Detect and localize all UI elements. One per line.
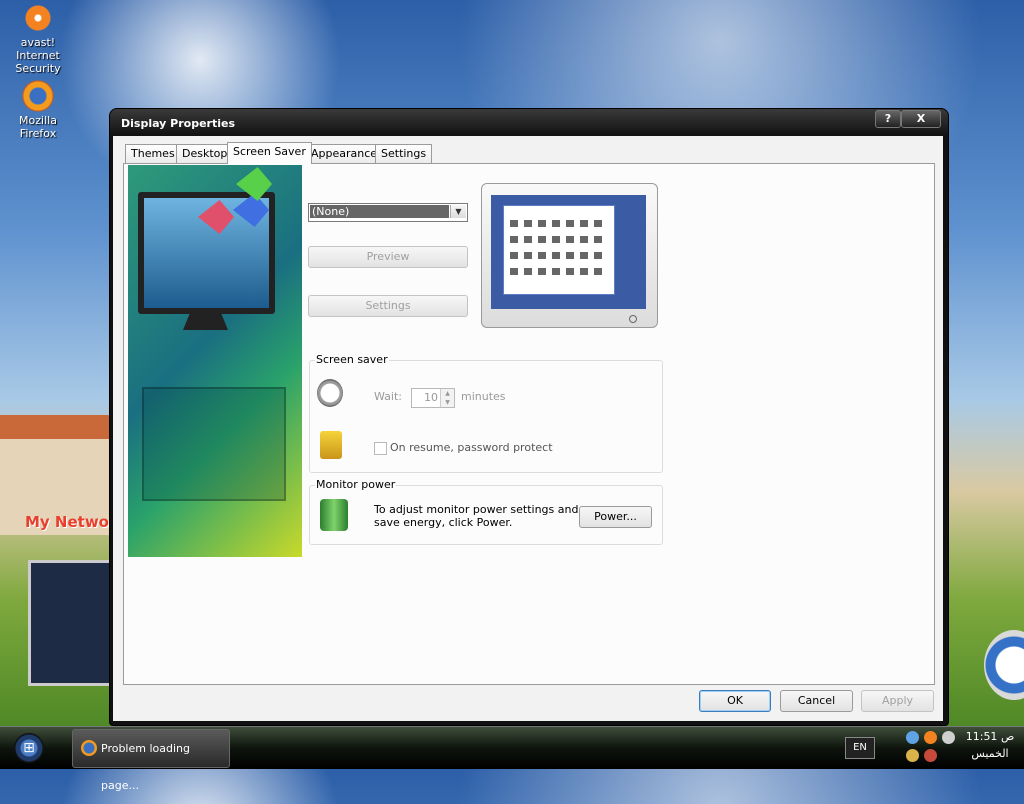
clock[interactable]: 11:51 ص الخميس [962, 730, 1018, 761]
tools-icon[interactable] [906, 749, 919, 762]
display-properties-dialog: Display Properties ? X Themes Desktop Sc… [110, 109, 948, 725]
padlock-icon [320, 431, 342, 459]
volume-icon[interactable] [942, 731, 955, 744]
wait-minutes-value: 10 [424, 391, 438, 404]
tab-themes[interactable]: Themes [125, 144, 181, 163]
wait-label: Wait: [374, 390, 402, 403]
screensaver-settings-button[interactable]: Settings [308, 295, 468, 317]
monitor-power-description: To adjust monitor power settings and sav… [374, 503, 579, 529]
spinner-arrows-icon[interactable]: ▲ ▼ [440, 389, 454, 407]
firefox-icon [22, 80, 54, 112]
network-icon[interactable] [906, 731, 919, 744]
close-button[interactable]: X [901, 110, 941, 128]
desktop-icon-label: avast! Internet Security [15, 36, 61, 75]
stopwatch-icon [317, 379, 343, 407]
screen-saver-group: Screen saver Wait: 10 ▲ ▼ minutes On resu… [309, 353, 663, 473]
desktop-icon-avast[interactable]: avast! Internet Security [0, 2, 76, 75]
avast-icon [22, 2, 54, 34]
monitor-power-group-label: Monitor power [315, 478, 397, 491]
battery-power-icon [320, 499, 348, 531]
help-button[interactable]: ? [875, 110, 901, 128]
preview-window-thumbnail [503, 205, 615, 295]
power-button[interactable]: Power... [579, 506, 652, 528]
language-indicator[interactable]: EN [845, 737, 875, 759]
tab-desktop[interactable]: Desktop [176, 144, 234, 163]
monitor-preview-screen [491, 195, 646, 309]
media-player-icon[interactable] [984, 630, 1024, 700]
screen-saver-panel: (None) ▼ Preview Settings Screen saver W… [123, 163, 935, 685]
preview-button[interactable]: Preview [308, 246, 468, 268]
password-protect-checkbox[interactable] [374, 442, 387, 455]
minutes-label: minutes [461, 390, 506, 403]
taskbar: ⊞ Problem loading page... EN 11:51 ص الخ… [0, 726, 1024, 792]
screensaver-dropdown[interactable]: (None) ▼ [308, 203, 468, 222]
window-title: Display Properties [121, 117, 236, 130]
desktop-icon-firefox[interactable]: Mozilla Firefox [0, 80, 76, 140]
screensaver-selected: (None) [310, 205, 449, 218]
dialog-client: Themes Desktop Screen Saver Appearance S… [113, 136, 943, 721]
screensaver-art-image [128, 165, 302, 557]
chevron-down-icon[interactable]: ▼ [450, 205, 466, 218]
tab-settings[interactable]: Settings [375, 144, 433, 163]
monitor-power-group: Monitor power To adjust monitor power se… [309, 478, 663, 545]
clock-time: 11:51 [965, 730, 998, 743]
desktop-icon-label: Mozilla Firefox [19, 114, 57, 140]
wallpaper-network-text: My Netwo [25, 513, 109, 531]
apply-button[interactable]: Apply [861, 690, 934, 712]
taskbar-item-firefox[interactable]: Problem loading page... [72, 729, 230, 792]
title-bar[interactable]: Display Properties ? X [110, 109, 948, 136]
screen-saver-group-label: Screen saver [315, 353, 389, 366]
avast-tray-icon[interactable] [924, 731, 937, 744]
ok-button[interactable]: OK [699, 690, 771, 712]
monitor-preview [481, 183, 658, 328]
start-button[interactable]: ⊞ [14, 733, 44, 763]
monitor-power-led-icon [629, 315, 637, 323]
cancel-button[interactable]: Cancel [780, 690, 853, 712]
clock-day: الخميس [971, 747, 1009, 760]
password-protect-label[interactable]: On resume, password protect [390, 441, 553, 454]
firefox-icon [81, 740, 97, 756]
clock-ampm: ص [1000, 730, 1015, 743]
wait-minutes-spinner[interactable]: 10 ▲ ▼ [411, 388, 455, 408]
art-reflection [142, 387, 286, 501]
safely-remove-icon[interactable] [924, 749, 937, 762]
tab-appearance[interactable]: Appearance [305, 144, 384, 163]
taskbar-item-label: Problem loading page... [101, 742, 190, 792]
tab-screen-saver[interactable]: Screen Saver [227, 142, 312, 164]
